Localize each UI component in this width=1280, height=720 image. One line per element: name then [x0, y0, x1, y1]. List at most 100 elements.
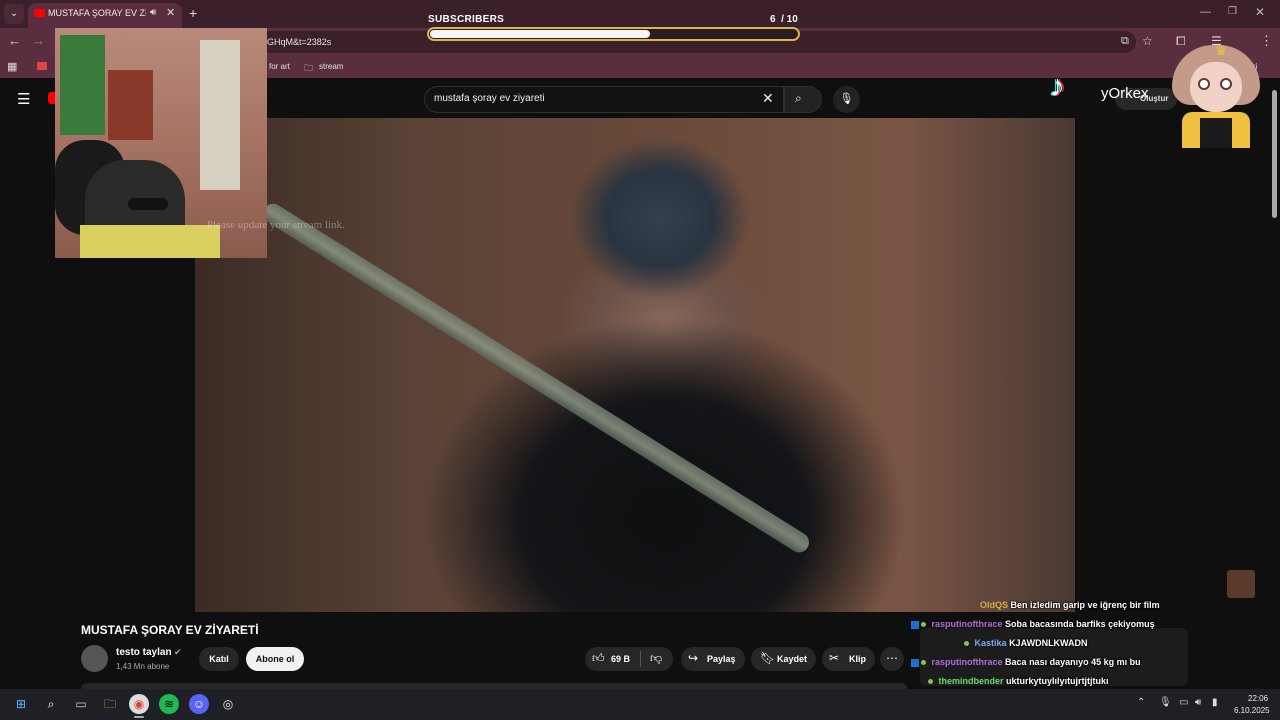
- discord-icon[interactable]: ☺: [189, 694, 209, 714]
- webcam-poster: [200, 40, 240, 190]
- forward-arrow-icon[interactable]: →: [32, 33, 45, 48]
- avatar-eye: [1220, 78, 1232, 90]
- thumbs-up-icon[interactable]: 👍︎: [592, 651, 605, 666]
- more-vert-icon[interactable]: ⋮: [1260, 33, 1273, 49]
- window-close-icon[interactable]: ✕: [1255, 5, 1265, 19]
- chat-message: OldQS Ben izledim garip ve iğrenç bir fi…: [980, 600, 1160, 610]
- bookmark-for-art[interactable]: for art: [269, 62, 290, 71]
- search-icon[interactable]: ⌕: [41, 694, 61, 714]
- chat-text: Soba bacasında barfiks çekiyomuş: [1005, 619, 1155, 629]
- chat-text: Ben izledim garip ve iğrenç bir film: [1010, 600, 1160, 610]
- gmail-icon[interactable]: [37, 62, 47, 70]
- chat-message: themindbender ukturkytuylılyıtujrtjtjtuk…: [928, 676, 1109, 686]
- chat-username: OldQS: [980, 600, 1009, 610]
- thumbs-down-icon[interactable]: 👎︎: [650, 651, 662, 666]
- tab-title: MUSTAFA ŞORAY EV ZİYARE: [48, 8, 146, 18]
- clock-time[interactable]: 22:06: [1248, 694, 1268, 703]
- windows-start-icon[interactable]: ⊞: [11, 694, 31, 714]
- webcam-shirt: [80, 225, 220, 258]
- player-letterbox-right: [1075, 118, 1280, 612]
- url-text[interactable]: GHqM&t=2382s: [267, 37, 331, 47]
- display-icon[interactable]: ▭: [1179, 697, 1188, 708]
- page-scrollbar[interactable]: [1272, 90, 1277, 218]
- search-button[interactable]: [784, 86, 822, 113]
- install-app-icon[interactable]: ⧉: [1121, 35, 1129, 48]
- search-query[interactable]: mustafa şoray ev ziyareti: [434, 93, 545, 104]
- chat-message: rasputinofthrace Soba bacasında barfiks …: [911, 619, 1155, 629]
- clock-date[interactable]: 6.10.2025: [1234, 706, 1270, 715]
- clip-label[interactable]: Klip: [849, 654, 866, 664]
- close-tab-icon[interactable]: ✕: [166, 6, 175, 19]
- tab-search-button[interactable]: ⌄: [4, 4, 24, 24]
- like-divider: [640, 651, 641, 667]
- chat-message: Kastika KJAWDNLKWADN: [964, 638, 1088, 648]
- avatar-top: [1200, 118, 1232, 148]
- back-arrow-icon[interactable]: ←: [8, 33, 21, 48]
- new-tab-button[interactable]: +: [189, 5, 197, 21]
- apps-grid-icon[interactable]: ▦: [7, 60, 17, 73]
- speaker-icon[interactable]: 🔊︎: [150, 7, 156, 18]
- share-icon[interactable]: ↪: [688, 651, 698, 665]
- microphone-icon[interactable]: 🎙︎: [1159, 697, 1172, 708]
- subscribe-button[interactable]: Abone ol: [246, 647, 304, 671]
- folder-icon: 🗀: [304, 63, 314, 73]
- webcam-poster: [60, 35, 105, 135]
- tray-expand-icon[interactable]: ⌃: [1137, 697, 1145, 708]
- chat-message: rasputinofthrace Baca nası dayanıyo 45 k…: [911, 657, 1141, 667]
- maximize-icon[interactable]: ❐: [1228, 6, 1237, 17]
- scissors-icon[interactable]: ✂: [829, 651, 839, 665]
- join-button[interactable]: Katıl: [199, 647, 239, 671]
- status-dot-icon: [928, 679, 933, 685]
- tiktok-icon: ♪: [1050, 70, 1065, 103]
- moderator-badge-icon: [911, 620, 919, 629]
- video-title: MUSTAFA ŞORAY EV ZİYARETİ: [81, 623, 259, 637]
- webcam-sunglasses: [128, 198, 168, 210]
- extensions-icon[interactable]: ⧠: [1176, 34, 1186, 49]
- chat-username: rasputinofthrace: [931, 619, 1003, 629]
- subscriber-goal-target: / 10: [781, 14, 798, 25]
- volume-icon[interactable]: 🔊︎: [1195, 697, 1201, 708]
- avatar-eye: [1198, 78, 1210, 90]
- subscriber-count: 1,43 Mn abone: [116, 662, 170, 671]
- obs-icon[interactable]: ◎: [218, 694, 238, 714]
- channel-avatar[interactable]: [81, 645, 108, 672]
- chat-username: themindbender: [938, 676, 1004, 686]
- webcam-poster: [108, 70, 153, 140]
- active-app-indicator: [134, 716, 144, 718]
- chat-text: KJAWDNLKWADN: [1009, 638, 1088, 648]
- bookmark-icon[interactable]: 🔖︎: [760, 651, 775, 665]
- battery-icon[interactable]: ▮: [1212, 697, 1218, 708]
- chat-emote-thumbnail: [1227, 570, 1255, 598]
- chat-username: Kastika: [974, 638, 1007, 648]
- chat-text: Baca nası dayanıyo 45 kg mı bu: [1005, 657, 1141, 667]
- channel-name[interactable]: testo taylan: [116, 647, 172, 658]
- tiktok-handle: yOrkex: [1101, 85, 1149, 102]
- video-player[interactable]: [195, 118, 1075, 612]
- bookmark-star-icon[interactable]: ☆: [1142, 34, 1153, 48]
- save-label[interactable]: Kaydet: [777, 654, 807, 664]
- like-count[interactable]: 69 B: [611, 654, 630, 664]
- task-view-icon[interactable]: ▭: [71, 694, 91, 714]
- chat-username: rasputinofthrace: [931, 657, 1003, 667]
- subscriber-goal-current: 6: [770, 14, 776, 25]
- verified-badge-icon: ✔: [174, 647, 182, 657]
- chat-text: ukturkytuylılyıtujrtjtjtukı: [1006, 676, 1109, 686]
- crown-icon: ♛: [1215, 42, 1228, 58]
- moderator-badge-icon: [911, 658, 919, 667]
- subscriber-goal-title: SUBSCRIBERS: [428, 14, 505, 25]
- status-dot-icon: [921, 660, 926, 666]
- search-icon[interactable]: ⌕: [795, 91, 802, 106]
- more-actions-icon[interactable]: ⋯: [880, 647, 904, 671]
- chrome-icon[interactable]: ◉: [129, 694, 149, 714]
- minimize-icon[interactable]: —: [1200, 6, 1211, 18]
- avatar-face: [1190, 62, 1242, 112]
- spotify-icon[interactable]: ≋: [159, 694, 179, 714]
- bookmark-stream[interactable]: stream: [319, 62, 343, 71]
- hamburger-menu-icon[interactable]: ☰: [17, 90, 30, 108]
- file-explorer-icon[interactable]: 🗀: [100, 694, 120, 714]
- microphone-icon[interactable]: 🎙︎: [833, 86, 860, 113]
- share-label[interactable]: Paylaş: [707, 654, 736, 664]
- clear-search-icon[interactable]: ✕: [762, 90, 774, 107]
- status-dot-icon: [921, 622, 926, 628]
- youtube-favicon-icon: [34, 9, 45, 17]
